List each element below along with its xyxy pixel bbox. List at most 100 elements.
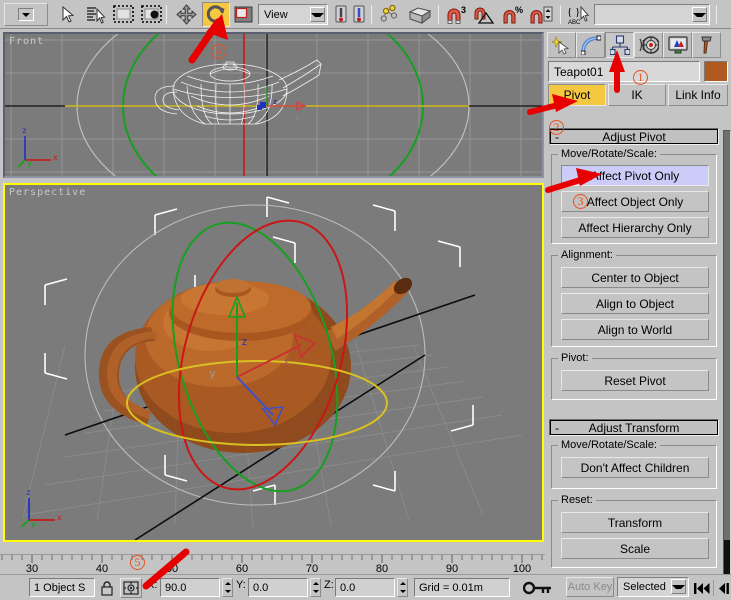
subtab-link-info[interactable]: Link Info: [668, 84, 728, 106]
command-panel-tabs: [547, 32, 723, 59]
magnet-spinner-icon: [530, 6, 553, 23]
svg-text:3: 3: [461, 5, 466, 15]
transform-z-label: Z:: [324, 579, 334, 591]
select-and-move-crossing-button[interactable]: [140, 3, 164, 26]
auto-key-button[interactable]: Auto Key: [566, 577, 614, 597]
affect-hierarchy-only-button[interactable]: Affect Hierarchy Only: [561, 217, 709, 238]
svg-text:z: z: [273, 98, 277, 106]
panel-tab-motion[interactable]: [634, 32, 663, 58]
go-to-start-button[interactable]: [692, 579, 712, 597]
list-cursor-icon: [87, 6, 106, 24]
named-selection-set-dropdown[interactable]: [594, 4, 710, 25]
spinner-snap-toggle-button[interactable]: [528, 3, 556, 26]
annotation-marker-2: 2: [549, 120, 564, 135]
panel-tab-display[interactable]: [663, 32, 692, 58]
panel-tab-hierarchy[interactable]: [605, 32, 634, 58]
command-panel-scrollbar[interactable]: [723, 130, 731, 585]
svg-text:%: %: [515, 5, 523, 15]
ruler-tick-label: 50: [166, 563, 178, 574]
group-reset-label: Reset:: [558, 494, 596, 506]
rectangular-selection-region-button[interactable]: [112, 3, 136, 26]
reset-scale-button[interactable]: Scale: [561, 538, 709, 559]
utilities-hammer-icon: [700, 36, 712, 54]
selection-status-field: 1 Object S: [29, 578, 95, 597]
pivot-center-icon: [335, 5, 346, 23]
transform-y-spinner[interactable]: [310, 578, 321, 597]
magnet-percent-icon: %: [503, 5, 523, 23]
lock-selection-toggle[interactable]: [98, 579, 115, 597]
object-name-field[interactable]: Teapot01: [548, 61, 700, 82]
named-selection-sets-button[interactable]: { } ABC: [566, 3, 592, 26]
key-icon: [523, 581, 551, 595]
center-to-object-button[interactable]: Center to Object: [561, 267, 709, 288]
select-object-button[interactable]: [56, 3, 80, 26]
subtab-pivot[interactable]: Pivot: [548, 84, 606, 106]
display-monitor-icon: [667, 36, 688, 54]
unlink-box-icon: [408, 6, 432, 24]
scale-square-icon: [234, 6, 253, 22]
affect-pivot-only-button[interactable]: Affect Pivot Only: [561, 165, 709, 186]
reset-pivot-button[interactable]: Reset Pivot: [561, 370, 709, 391]
dont-affect-children-button[interactable]: Don't Affect Children: [561, 457, 709, 478]
key-mode-toggle[interactable]: [520, 578, 556, 598]
snaps-toggle-3-button[interactable]: 3: [444, 3, 470, 26]
time-ruler[interactable]: 30 40 50 60 70 80 90 100: [0, 554, 545, 574]
absolute-relative-transform-toggle[interactable]: [120, 578, 142, 598]
braces-cursor-icon: { } ABC: [567, 5, 590, 26]
select-and-link-button[interactable]: [378, 3, 402, 26]
panel-tab-create[interactable]: [547, 32, 576, 58]
select-by-name-button[interactable]: [84, 3, 108, 26]
rollout-adjust-transform-header[interactable]: - Adjust Transform: [549, 419, 719, 436]
object-color-swatch[interactable]: [704, 61, 728, 82]
chevron-down-icon[interactable]: [692, 7, 707, 22]
gizmo-z-label: z: [241, 335, 248, 348]
ruler-tick-label: 80: [376, 563, 388, 574]
pivot-target-icon: [123, 581, 139, 595]
use-selection-center-button[interactable]: [350, 3, 367, 26]
panel-tab-utilities[interactable]: [692, 32, 721, 58]
use-pivot-point-center-button[interactable]: [332, 3, 349, 26]
transform-x-field[interactable]: 90.0: [160, 578, 220, 597]
viewport-perspective-label: Perspective: [9, 187, 87, 198]
padlock-icon: [100, 580, 113, 596]
motion-wheel-icon: [638, 36, 659, 54]
group-adjust-move-rotate-scale: Move/Rotate/Scale: Don't Affect Children: [551, 439, 717, 489]
key-filter-dropdown[interactable]: Selected: [617, 577, 689, 597]
undo-dropdown-button[interactable]: [4, 3, 48, 26]
group-alignment: Alignment: Center to Object Align to Obj…: [551, 249, 717, 347]
chevron-down-icon[interactable]: [671, 579, 686, 594]
select-and-scale-button[interactable]: [232, 3, 256, 26]
reset-transform-button[interactable]: Transform: [561, 512, 709, 533]
previous-frame-button[interactable]: [717, 579, 731, 597]
unlink-selection-button[interactable]: [406, 3, 434, 26]
viewport-front[interactable]: z x Front z x y: [3, 32, 544, 178]
svg-text:ABC: ABC: [568, 20, 581, 26]
percent-snap-toggle-button[interactable]: %: [500, 3, 526, 26]
annotation-marker-3: 3: [573, 194, 588, 209]
group-alignment-label: Alignment:: [558, 249, 616, 261]
ruler-tick-label: 100: [513, 563, 531, 574]
align-to-world-button[interactable]: Align to World: [561, 319, 709, 340]
link-chain-icon: [380, 4, 398, 22]
dotted-rect-icon: [113, 4, 134, 23]
align-to-object-button[interactable]: Align to Object: [561, 293, 709, 314]
viewport-front-label: Front: [9, 36, 45, 47]
group-pivot: Pivot: Reset Pivot: [551, 352, 717, 400]
select-and-move-button[interactable]: [174, 3, 198, 26]
transform-x-spinner[interactable]: [222, 578, 233, 597]
chevron-down-icon[interactable]: [310, 7, 325, 22]
angle-snap-toggle-button[interactable]: [472, 3, 498, 26]
viewport-perspective[interactable]: z y x Perspective z x y: [3, 183, 544, 542]
transform-z-spinner[interactable]: [397, 578, 408, 597]
panel-tab-modify[interactable]: [576, 32, 605, 58]
coordinate-system-value: View: [264, 8, 288, 21]
transform-z-field[interactable]: 0.0: [335, 578, 395, 597]
viewport-perspective-axis-tripod: z x y: [20, 488, 62, 529]
rollout-adjust-pivot-header[interactable]: - Adjust Pivot: [549, 128, 719, 145]
subtab-ik[interactable]: IK: [608, 84, 666, 106]
svg-text:z: z: [22, 126, 27, 135]
transform-y-field[interactable]: 0.0: [248, 578, 308, 597]
coordinate-system-dropdown[interactable]: View: [258, 4, 328, 25]
transform-x-label: X:: [147, 579, 158, 591]
select-and-rotate-button[interactable]: [202, 2, 230, 27]
